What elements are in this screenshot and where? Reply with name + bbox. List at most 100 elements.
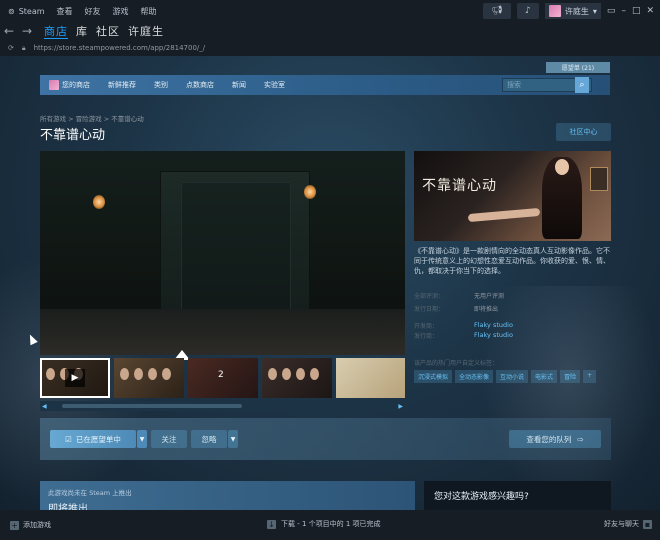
store-nav-labs[interactable]: 实验室: [255, 80, 294, 90]
breadcrumb-current[interactable]: 不靠谱心动: [111, 115, 144, 123]
developer-link[interactable]: Flaky studio: [474, 321, 513, 330]
menu-view[interactable]: 查看: [57, 6, 73, 17]
media-scroll-thumb[interactable]: [62, 404, 242, 408]
media-thumb[interactable]: [114, 358, 184, 398]
wishlist-count-button[interactable]: 愿望单 (21): [546, 62, 610, 73]
trailer-player[interactable]: [40, 151, 405, 355]
store-nav-categories[interactable]: 类别: [145, 80, 177, 90]
tags-more-button[interactable]: +: [583, 370, 597, 383]
community-hub-button[interactable]: 社区中心: [556, 123, 611, 141]
avatar: [548, 5, 561, 17]
avatar: [49, 80, 59, 90]
game-info: 全部评测： 无用户评测 发行日期： 即将推出 开发商： Flaky studio…: [414, 287, 611, 340]
coming-soon-heading: 即将推出: [48, 504, 88, 510]
info-label: 开发商：: [414, 323, 439, 330]
breadcrumb-all-games[interactable]: 所有游戏: [40, 115, 66, 123]
store-nav-news[interactable]: 新闻: [223, 80, 255, 90]
capsule-figure: [555, 159, 569, 175]
ignore-button[interactable]: 忽略: [191, 430, 227, 448]
tag[interactable]: 冒险: [560, 370, 581, 383]
friends-label: 好友与聊天: [604, 520, 639, 528]
account-menu[interactable]: 许庭生 ▾: [544, 3, 601, 19]
add-game-button[interactable]: + 添加游戏: [0, 520, 51, 530]
info-label: 全部评测：: [414, 293, 445, 300]
bell-icon: ♪: [525, 6, 531, 16]
minimize-icon[interactable]: –: [621, 6, 626, 16]
downloads-label: 下载 - 1 个项目中的 1 项已完成: [281, 520, 381, 528]
notifications-button[interactable]: ♪: [516, 3, 539, 19]
maximize-icon[interactable]: □: [632, 6, 641, 16]
menu-games[interactable]: 游戏: [113, 6, 129, 17]
tags-section: 该产品的热门用户自定义标签： 沉浸式模拟 全动态影像 互动小说 电影式 冒险 +: [414, 358, 611, 383]
store-nav-new[interactable]: 新鲜推荐: [99, 80, 145, 90]
store-nav-your-store[interactable]: 您的商店: [40, 80, 99, 90]
chevron-down-icon: ▼: [230, 435, 236, 443]
menu-friends[interactable]: 好友: [85, 6, 101, 17]
interest-panel: 您对这款游戏感兴趣吗?: [424, 481, 611, 510]
media-thumb[interactable]: [336, 358, 405, 398]
arrow-right-icon: ⇨: [577, 434, 584, 444]
url-text[interactable]: https://store.steampowered.com/app/28147…: [34, 44, 206, 52]
steam-logo[interactable]: ⊚ Steam: [8, 7, 45, 16]
plus-icon: +: [10, 520, 19, 530]
store-nav-label: 您的商店: [62, 81, 90, 89]
thumb-people: [268, 368, 319, 380]
wall-lamp: [304, 185, 316, 199]
lock-icon: 🔒︎: [21, 43, 26, 52]
thumb-number: 2: [218, 370, 224, 380]
follow-button[interactable]: 关注: [151, 430, 187, 448]
friends-chat-button[interactable]: 好友与聊天 ▪: [604, 519, 652, 529]
reload-icon[interactable]: ⟳: [8, 44, 14, 52]
search-placeholder: 搜索: [507, 81, 521, 89]
tags-label: 该产品的热门用户自定义标签：: [414, 360, 499, 367]
status-bar: + 添加游戏 ↓ 下载 - 1 个项目中的 1 项已完成 好友与聊天 ▪: [0, 510, 660, 540]
media-scrollbar[interactable]: ◀ ▶: [40, 401, 405, 411]
forward-arrow-icon[interactable]: →: [18, 24, 36, 38]
view-queue-button[interactable]: 查看您的队列 ⇨: [509, 430, 601, 448]
info-publisher: 发行商： Flaky studio: [414, 331, 611, 340]
scroll-left-icon[interactable]: ◀: [42, 403, 47, 410]
tag[interactable]: 电影式: [531, 370, 558, 383]
announcements-button[interactable]: 📢︎: [482, 3, 511, 19]
breadcrumb-separator: >: [68, 115, 74, 123]
search-button[interactable]: ⌕: [575, 77, 589, 93]
store-nav-points-shop[interactable]: 点数商店: [177, 80, 223, 90]
media-thumb[interactable]: [262, 358, 332, 398]
breadcrumb-separator: >: [103, 115, 110, 123]
capsule-figure: [467, 207, 541, 223]
game-description: 《不靠谱心动》是一款剧情向的全动态真人互动影像作品。它不同于传统意义上的幻想性恋…: [414, 247, 610, 275]
tag[interactable]: 全动态影像: [455, 370, 494, 383]
breadcrumb-adventure[interactable]: 冒险游戏: [76, 115, 102, 123]
game-actions: ☑ 已在愿望单中 ▼ 关注 忽略 ▼ 查看您的队列 ⇨: [40, 418, 611, 460]
chat-icon: ▪: [643, 519, 652, 529]
downloads-status[interactable]: ↓ 下载 - 1 个项目中的 1 项已完成: [267, 519, 381, 529]
info-developer: 开发商： Flaky studio: [414, 321, 611, 330]
ignore-dropdown[interactable]: ▼: [228, 430, 238, 448]
scroll-right-icon[interactable]: ▶: [398, 403, 403, 410]
page-title: 不靠谱心动: [40, 128, 106, 143]
tab-library[interactable]: 库: [76, 23, 88, 39]
wishlist-dropdown[interactable]: ▼: [137, 430, 147, 448]
back-arrow-icon[interactable]: ←: [0, 24, 18, 38]
tab-community[interactable]: 社区: [96, 23, 120, 39]
media-thumb[interactable]: 2: [188, 358, 258, 398]
media-thumb-video[interactable]: ▶: [40, 358, 110, 398]
wishlist-button[interactable]: ☑ 已在愿望单中: [50, 430, 136, 448]
tab-profile[interactable]: 许庭生: [128, 23, 164, 39]
menu-help[interactable]: 帮助: [141, 6, 157, 17]
tab-store[interactable]: 商店: [44, 23, 68, 39]
address-bar: ⟳ 🔒︎ https://store.steampowered.com/app/…: [0, 40, 660, 56]
info-label: 发行日期：: [414, 306, 445, 313]
info-reviews: 全部评测： 无用户评测: [414, 291, 611, 300]
publisher-link[interactable]: Flaky studio: [474, 331, 513, 340]
store-search-input[interactable]: 搜索 ⌕: [502, 77, 592, 93]
close-icon[interactable]: ✕: [646, 6, 654, 16]
tag[interactable]: 互动小说: [496, 370, 529, 383]
tag[interactable]: 沉浸式模拟: [414, 370, 453, 383]
account-name: 许庭生: [564, 6, 589, 16]
play-icon: ▶: [65, 369, 85, 387]
big-picture-icon[interactable]: ▭: [607, 6, 616, 16]
store-nav: 您的商店 新鲜推荐 类别 点数商店 新闻 实验室 搜索 ⌕: [40, 75, 610, 95]
tag-list: 沉浸式模拟 全动态影像 互动小说 电影式 冒险 +: [414, 370, 611, 383]
steam-menu-label: Steam: [18, 6, 45, 16]
